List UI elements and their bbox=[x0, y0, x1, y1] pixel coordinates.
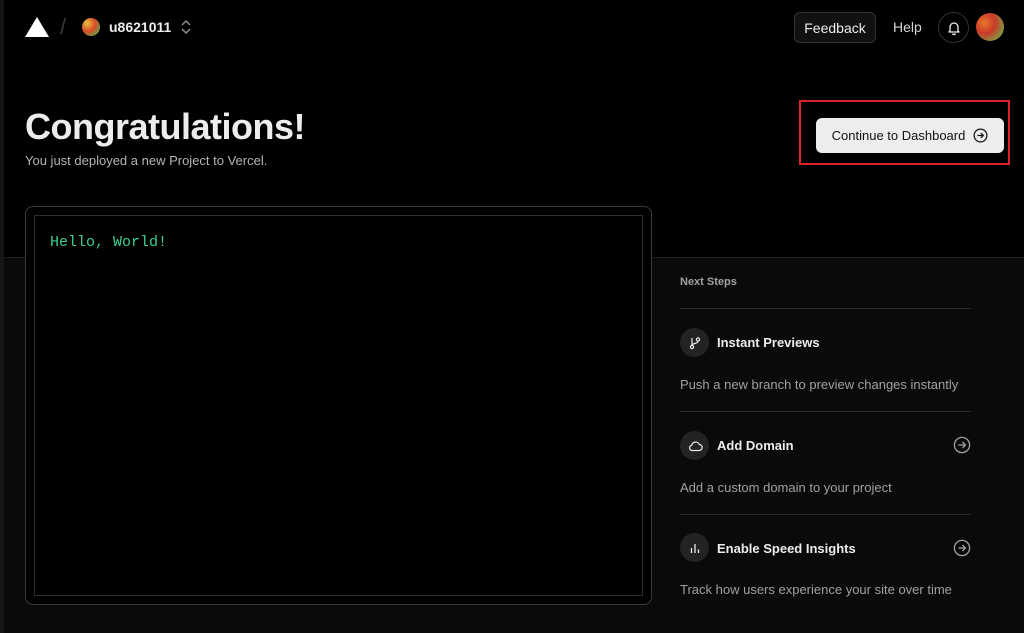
feedback-button[interactable]: Feedback bbox=[794, 12, 876, 43]
step-title-instant-previews[interactable]: Instant Previews bbox=[717, 335, 820, 350]
cloud-icon bbox=[680, 431, 709, 460]
preview-content-text: Hello, World! bbox=[50, 234, 168, 251]
team-avatar[interactable] bbox=[82, 18, 100, 36]
bar-chart-icon bbox=[680, 533, 709, 562]
vercel-triangle-icon[interactable] bbox=[25, 17, 49, 37]
step-title-add-domain[interactable]: Add Domain bbox=[717, 438, 794, 453]
next-steps-heading: Next Steps bbox=[680, 276, 737, 288]
chevron-up-down-icon[interactable] bbox=[179, 17, 193, 37]
notifications-button[interactable] bbox=[938, 12, 969, 43]
divider bbox=[680, 308, 971, 309]
step-description: Push a new branch to preview changes ins… bbox=[680, 377, 959, 392]
top-navigation-bar: / u8621011 Feedback Help bbox=[0, 0, 1024, 56]
team-name[interactable]: u8621011 bbox=[109, 19, 171, 35]
step-title-enable-speed-insights[interactable]: Enable Speed Insights bbox=[717, 541, 856, 556]
arrow-right-circle-icon[interactable] bbox=[953, 539, 971, 557]
bell-icon bbox=[947, 21, 960, 35]
continue-button-label: Continue to Dashboard bbox=[831, 128, 966, 143]
help-link[interactable]: Help bbox=[893, 19, 922, 35]
arrow-right-circle-icon bbox=[973, 128, 988, 143]
deployment-preview-screen[interactable] bbox=[34, 215, 643, 596]
breadcrumb-separator: / bbox=[60, 14, 67, 39]
user-avatar[interactable] bbox=[976, 13, 1004, 41]
git-branch-icon bbox=[680, 328, 709, 357]
continue-to-dashboard-button[interactable]: Continue to Dashboard bbox=[816, 118, 1004, 153]
divider bbox=[680, 411, 971, 412]
window-edge bbox=[0, 0, 4, 633]
step-description: Add a custom domain to your project bbox=[680, 480, 892, 495]
page-subtitle: You just deployed a new Project to Verce… bbox=[25, 153, 268, 168]
step-description: Track how users experience your site ove… bbox=[680, 582, 952, 597]
arrow-right-circle-icon[interactable] bbox=[953, 436, 971, 454]
page-title: Congratulations! bbox=[25, 106, 305, 147]
divider bbox=[680, 514, 971, 515]
